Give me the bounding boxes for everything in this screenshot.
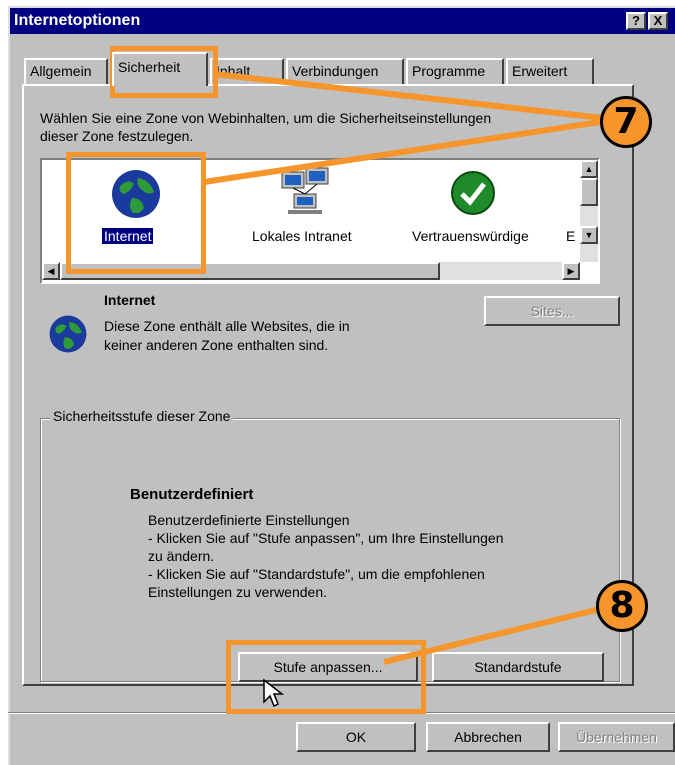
mouse-cursor-icon	[263, 678, 284, 708]
step-7-badge: 7	[600, 96, 652, 148]
intro-text-line1: Wählen Sie eine Zone von Webinhalten, um…	[40, 110, 492, 126]
tab-allgemein[interactable]: Allgemein	[24, 58, 108, 84]
zone-item-trusted[interactable]: Vertrauenswürdige	[408, 164, 538, 256]
step-8-badge: 8	[596, 580, 648, 632]
help-button[interactable]: ?	[626, 12, 646, 30]
tab-sicherheit[interactable]: Sicherheit	[112, 52, 208, 86]
level-desc-line3: zu ändern.	[148, 548, 215, 564]
zone-description-line2: keiner anderen Zone enthalten sind.	[104, 337, 329, 353]
zone-label-local-intranet: Lokales Intranet	[252, 228, 352, 244]
level-desc-line2: - Klicken Sie auf "Stufe anpassen", um I…	[148, 530, 504, 546]
annotation-highlight-custom-level	[226, 640, 426, 714]
annotation-highlight-internet-zone	[66, 152, 206, 274]
tab-inhalt[interactable]: Inhalt	[210, 58, 284, 84]
intro-text-line2: dieser Zone festzulegen.	[40, 128, 194, 144]
close-button[interactable]: X	[648, 12, 668, 30]
level-desc-line5: Einstellungen zu verwenden.	[148, 584, 328, 600]
zone-description-line1: Diese Zone enthält alle Websites, die in	[104, 318, 350, 334]
apply-button[interactable]: Übernehmen	[558, 722, 675, 752]
level-title: Benutzerdefiniert	[130, 486, 254, 503]
scroll-right-button[interactable]: ▶	[562, 262, 580, 280]
zone-name-heading: Internet	[104, 292, 156, 308]
tab-erweitert[interactable]: Erweitert	[506, 58, 594, 84]
tab-programme[interactable]: Programme	[406, 58, 504, 84]
ok-button[interactable]: OK	[296, 722, 416, 752]
network-computers-icon	[281, 167, 329, 214]
tab-verbindungen[interactable]: Verbindungen	[286, 58, 404, 84]
cancel-button[interactable]: Abbrechen	[426, 722, 550, 752]
window-title: Internetoptionen	[14, 12, 141, 29]
zone-label-restricted[interactable]: E	[566, 228, 575, 244]
level-desc-line4: - Klicken Sie auf "Standardstufe", um di…	[148, 566, 485, 582]
scroll-thumb[interactable]	[580, 178, 598, 206]
zone-label-trusted: Vertrauenswürdige	[412, 228, 529, 244]
default-level-button[interactable]: Standardstufe	[432, 652, 604, 682]
sites-button[interactable]: Sites...	[484, 296, 620, 326]
security-level-group-label: Sicherheitsstufe dieser Zone	[50, 408, 234, 424]
title-bar: Internetoptionen	[10, 8, 675, 34]
zone-item-local-intranet[interactable]: Lokales Intranet	[246, 164, 376, 256]
vertical-scrollbar[interactable]: ▲ ▼	[580, 160, 598, 262]
level-desc-line1: Benutzerdefinierte Einstellungen	[148, 512, 350, 528]
scroll-up-button[interactable]: ▲	[580, 160, 598, 178]
scroll-left-button[interactable]: ◀	[42, 262, 60, 280]
globe-icon	[49, 315, 87, 353]
scroll-down-button[interactable]: ▼	[580, 226, 598, 244]
checkmark-icon	[451, 171, 495, 215]
